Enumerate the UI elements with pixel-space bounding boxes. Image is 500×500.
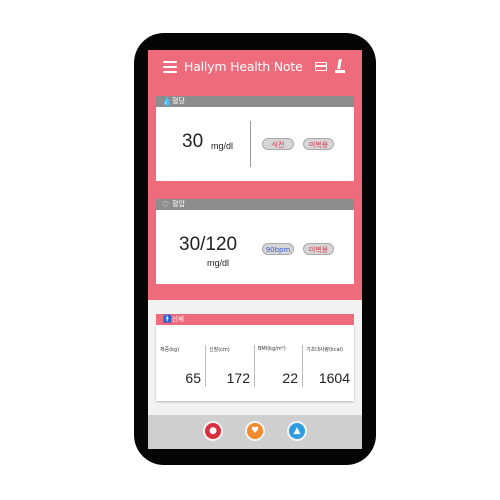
stat-label: 체중(kg) <box>160 347 180 353</box>
blood-sugar-header: 💧 혈당 <box>156 96 354 107</box>
stat-label: 기초대사량(kcal) <box>306 347 343 353</box>
medication-tag[interactable]: 미복용 <box>303 138 334 150</box>
stat-value: 65 <box>185 370 201 386</box>
stat-bmr: 기초대사량(kcal) 1604 <box>302 325 354 401</box>
app-header: Hallym Health Note <box>148 50 362 84</box>
app-screen: Hallym Health Note 💧 혈당 30 mg/dl 식전 미복용 … <box>148 50 362 449</box>
stat-label: BMI(kg/m²) <box>258 346 286 352</box>
drop-icon: 💧 <box>162 97 172 106</box>
profile-icon[interactable] <box>334 59 346 75</box>
blood-pressure-card[interactable]: 30/120 mg/dl 90bpm 미복용 <box>156 210 354 284</box>
meal-status-tag[interactable]: 식전 <box>262 138 294 150</box>
heart-icon[interactable]: ♥ <box>245 421 265 441</box>
hamburger-icon[interactable] <box>163 61 177 73</box>
blood-sugar-unit: mg/dl <box>211 141 234 151</box>
person-icon[interactable]: ▲ <box>287 421 307 441</box>
divider <box>250 121 251 167</box>
body-label: 신체 <box>172 315 184 323</box>
body-card[interactable]: 체중(kg) 65 신장(cm) 172 BMI(kg/m²) 22 기초대사량… <box>156 325 354 401</box>
blood-pressure-header: ♡ 혈압 <box>156 199 354 210</box>
stat-value: 172 <box>226 370 250 386</box>
pulse-tag[interactable]: 90bpm <box>262 243 294 255</box>
stat-weight: 체중(kg) 65 <box>156 325 205 401</box>
blood-pressure-label: 혈압 <box>172 200 185 208</box>
blood-sugar-value: 30 <box>182 131 204 152</box>
stat-bmi: BMI(kg/m²) 22 <box>254 325 302 401</box>
calendar-icon[interactable] <box>315 62 327 71</box>
person-icon: 🚹 <box>163 315 172 323</box>
blood-pressure-value: 30/120 <box>179 234 238 255</box>
bottom-nav: ● ♥ ▲ <box>148 415 362 449</box>
stat-height: 신장(cm) 172 <box>205 325 254 401</box>
heart-pulse-icon: ♡ <box>162 200 170 209</box>
stat-value: 22 <box>282 370 298 386</box>
body-header: 🚹 신체 <box>156 314 354 325</box>
blood-sugar-card[interactable]: 30 mg/dl 식전 미복용 <box>156 107 354 181</box>
app-title: Hallym Health Note <box>184 59 303 74</box>
medication-tag[interactable]: 미복용 <box>303 243 334 255</box>
stat-value: 1604 <box>318 370 350 386</box>
blood-sugar-label: 혈당 <box>172 97 185 105</box>
stat-label: 신장(cm) <box>209 347 230 353</box>
drop-icon[interactable]: ● <box>203 421 223 441</box>
blood-pressure-unit: mg/dl <box>207 258 230 268</box>
